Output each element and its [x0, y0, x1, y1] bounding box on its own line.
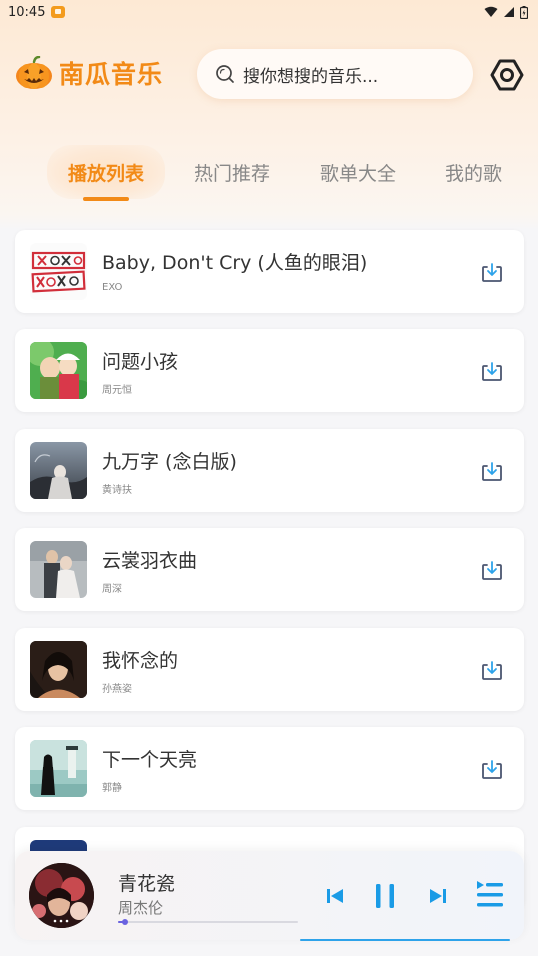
signal-icon	[504, 7, 514, 17]
song-title: 问题小孩	[102, 351, 179, 373]
status-right	[484, 5, 528, 19]
song-artist: 黄诗扶	[102, 485, 132, 496]
song-item[interactable]: 我怀念的 孙燕姿	[15, 628, 524, 711]
wifi-icon	[484, 6, 498, 17]
battery-icon	[520, 5, 528, 19]
status-time: 10:45	[8, 4, 46, 20]
song-title: 云裳羽衣曲	[102, 550, 198, 572]
song-title: Baby, Don't Cry (人鱼的眼泪)	[102, 252, 368, 274]
song-title: 九万字 (念白版)	[102, 451, 237, 473]
header: 南瓜音乐 搜你想搜的音乐...	[0, 45, 538, 103]
settings-icon[interactable]	[489, 57, 525, 93]
pause-icon[interactable]	[373, 882, 397, 910]
app-name: 南瓜音乐	[59, 60, 164, 89]
song-item[interactable]: 问题小孩 周元恒	[15, 329, 524, 412]
app-logo: 南瓜音乐	[15, 55, 163, 91]
song-cover	[30, 541, 87, 598]
download-icon[interactable]	[480, 359, 504, 383]
song-cover	[30, 740, 87, 797]
player-accent-line	[300, 939, 510, 941]
download-icon[interactable]	[480, 459, 504, 483]
player-cover[interactable]	[29, 863, 94, 928]
song-item[interactable]: 九万字 (念白版) 黄诗扶	[15, 429, 524, 512]
song-cover	[30, 243, 87, 300]
next-icon[interactable]	[428, 886, 448, 906]
song-item[interactable]: Baby, Don't Cry (人鱼的眼泪) EXO	[15, 230, 524, 313]
playlist-icon[interactable]	[475, 879, 505, 911]
status-bar: 10:45	[0, 0, 538, 24]
tab-bar: 播放列表 热门推荐 歌单大全 我的歌	[0, 145, 538, 205]
notification-icon	[51, 6, 66, 18]
tab-my-songs[interactable]: 我的歌	[436, 145, 516, 199]
song-cover	[30, 641, 87, 698]
player-artist: 周杰伦	[118, 899, 164, 917]
download-icon[interactable]	[480, 757, 504, 781]
song-title: 我怀念的	[102, 650, 179, 672]
tab-playlist-collection[interactable]: 歌单大全	[308, 145, 408, 199]
search-placeholder: 搜你想搜的音乐...	[243, 66, 379, 87]
tab-hot-recommend[interactable]: 热门推荐	[182, 145, 282, 199]
search-input[interactable]: 搜你想搜的音乐...	[197, 49, 473, 99]
song-cover	[30, 442, 87, 499]
song-item[interactable]: 下一个天亮 郭静	[15, 727, 524, 810]
song-artist: 郭静	[102, 783, 122, 794]
pumpkin-icon	[16, 56, 52, 89]
search-icon	[216, 65, 234, 83]
song-artist: 周深	[102, 584, 122, 595]
status-left: 10:45	[8, 4, 66, 20]
progress-bar[interactable]	[118, 919, 298, 925]
song-artist: EXO	[102, 282, 123, 293]
song-artist: 孙燕姿	[102, 684, 132, 695]
song-cover	[30, 342, 87, 399]
song-item[interactable]: 云裳羽衣曲 周深	[15, 528, 524, 611]
tab-playlist[interactable]: 播放列表	[47, 145, 165, 199]
player-song-title: 青花瓷	[118, 873, 176, 895]
mini-player[interactable]: 青花瓷 周杰伦	[15, 851, 524, 940]
progress-handle[interactable]	[122, 919, 129, 925]
previous-icon[interactable]	[325, 886, 345, 906]
download-icon[interactable]	[480, 260, 504, 284]
tab-active-indicator	[83, 197, 129, 201]
download-icon[interactable]	[480, 658, 504, 682]
song-title: 下一个天亮	[102, 749, 198, 771]
song-artist: 周元恒	[102, 385, 132, 396]
download-icon[interactable]	[480, 558, 504, 582]
